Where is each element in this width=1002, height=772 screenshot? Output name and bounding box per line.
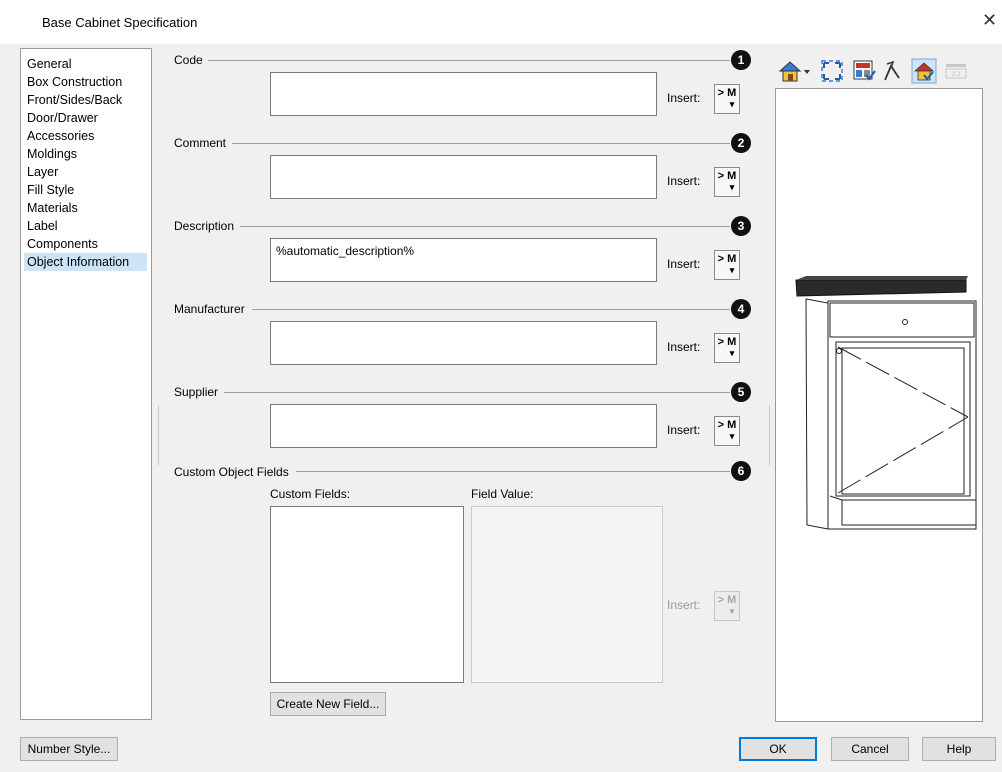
code-insert-label: Insert:: [667, 91, 701, 105]
close-icon[interactable]: ✕: [982, 10, 997, 31]
code-macro-label: > M: [717, 87, 737, 99]
field-value-label: Field Value:: [471, 487, 534, 501]
nav-item-layer[interactable]: Layer: [24, 163, 147, 181]
supplier-insert-macro-button[interactable]: > M ▾: [714, 416, 740, 446]
nav-item-front-sides-back[interactable]: Front/Sides/Back: [24, 91, 147, 109]
cabinet-preview-image: [795, 276, 977, 530]
custom-macro-label: > M: [717, 594, 737, 606]
comment-label: Comment: [174, 136, 227, 150]
manufacturer-insert-macro-button[interactable]: > M ▾: [714, 333, 740, 363]
manufacturer-label: Manufacturer: [174, 302, 245, 316]
callout-badge-4: 4: [731, 299, 751, 319]
supplier-macro-label: > M: [717, 419, 737, 431]
nav-item-label[interactable]: Label: [24, 217, 147, 235]
custom-insert-macro-button: > M ▾: [714, 591, 740, 621]
chevron-down-icon: ▾: [729, 99, 735, 109]
code-insert-macro-button[interactable]: > M ▾: [714, 84, 740, 114]
nav-item-general[interactable]: General: [24, 55, 147, 73]
comment-macro-label: > M: [717, 170, 737, 182]
custom-fields-divider: [296, 471, 730, 472]
cancel-button[interactable]: Cancel: [831, 737, 909, 761]
nav-item-object-information[interactable]: Object Information: [24, 253, 147, 271]
nav-item-components[interactable]: Components: [24, 235, 147, 253]
show-materials-icon[interactable]: [911, 58, 937, 84]
ok-button[interactable]: OK: [739, 737, 817, 761]
comment-field[interactable]: [270, 155, 657, 199]
comment-insert-macro-button[interactable]: > M ▾: [714, 167, 740, 197]
description-macro-label: > M: [717, 253, 737, 265]
callout-badge-2: 2: [731, 133, 751, 153]
code-label: Code: [174, 53, 203, 67]
right-splitter[interactable]: [769, 405, 770, 465]
chevron-down-icon: ▾: [729, 348, 735, 358]
svg-text:2.2: 2.2: [952, 72, 961, 78]
camera-view-icon[interactable]: [777, 58, 813, 84]
callout-badge-5: 5: [731, 382, 751, 402]
callout-badge-3: 3: [731, 216, 751, 236]
callout-badge-1: 1: [731, 50, 751, 70]
fill-window-icon[interactable]: [819, 58, 845, 84]
nav-item-door-drawer[interactable]: Door/Drawer: [24, 109, 147, 127]
supplier-divider: [224, 392, 730, 393]
manufacturer-insert-label: Insert:: [667, 340, 701, 354]
chevron-down-icon: ▾: [729, 606, 735, 616]
nav-item-materials[interactable]: Materials: [24, 199, 147, 217]
supplier-insert-label: Insert:: [667, 423, 701, 437]
manufacturer-macro-label: > M: [717, 336, 737, 348]
chevron-down-icon: ▾: [729, 431, 735, 441]
chevron-down-icon: ▾: [729, 265, 735, 275]
category-list[interactable]: General Box Construction Front/Sides/Bac…: [20, 48, 152, 720]
supplier-label: Supplier: [174, 385, 219, 399]
chevron-down-icon: ▾: [729, 182, 735, 192]
show-layers-icon[interactable]: 2.2: [943, 58, 969, 84]
field-value-box: [471, 506, 663, 683]
help-button[interactable]: Help: [922, 737, 996, 761]
custom-insert-label: Insert:: [667, 598, 701, 612]
manufacturer-divider: [252, 309, 730, 310]
title-bar: Base Cabinet Specification ✕: [0, 0, 1002, 44]
custom-fields-section-label: Custom Object Fields: [174, 465, 289, 479]
create-new-field-button[interactable]: Create New Field...: [270, 692, 386, 716]
nav-item-moldings[interactable]: Moldings: [24, 145, 147, 163]
window-title: Base Cabinet Specification: [42, 15, 198, 30]
description-label: Description: [174, 219, 235, 233]
render-mode-icon[interactable]: [851, 58, 877, 84]
description-insert-label: Insert:: [667, 257, 701, 271]
code-field[interactable]: [270, 72, 657, 116]
custom-fields-list-label: Custom Fields:: [270, 487, 351, 501]
description-field[interactable]: [270, 238, 657, 282]
left-splitter[interactable]: [158, 405, 159, 465]
comment-divider: [232, 143, 730, 144]
nav-item-accessories[interactable]: Accessories: [24, 127, 147, 145]
preview-pane[interactable]: [775, 88, 983, 722]
nav-item-fill-style[interactable]: Fill Style: [24, 181, 147, 199]
orbit-icon[interactable]: [879, 58, 905, 84]
nav-item-box-construction[interactable]: Box Construction: [24, 73, 147, 91]
manufacturer-field[interactable]: [270, 321, 657, 365]
supplier-field[interactable]: [270, 404, 657, 448]
description-divider: [240, 226, 730, 227]
description-insert-macro-button[interactable]: > M ▾: [714, 250, 740, 280]
custom-fields-list[interactable]: [270, 506, 464, 683]
code-divider: [208, 60, 730, 61]
number-style-button[interactable]: Number Style...: [20, 737, 118, 761]
preview-toolbar: 2.2: [775, 52, 983, 90]
callout-badge-6: 6: [731, 461, 751, 481]
comment-insert-label: Insert:: [667, 174, 701, 188]
